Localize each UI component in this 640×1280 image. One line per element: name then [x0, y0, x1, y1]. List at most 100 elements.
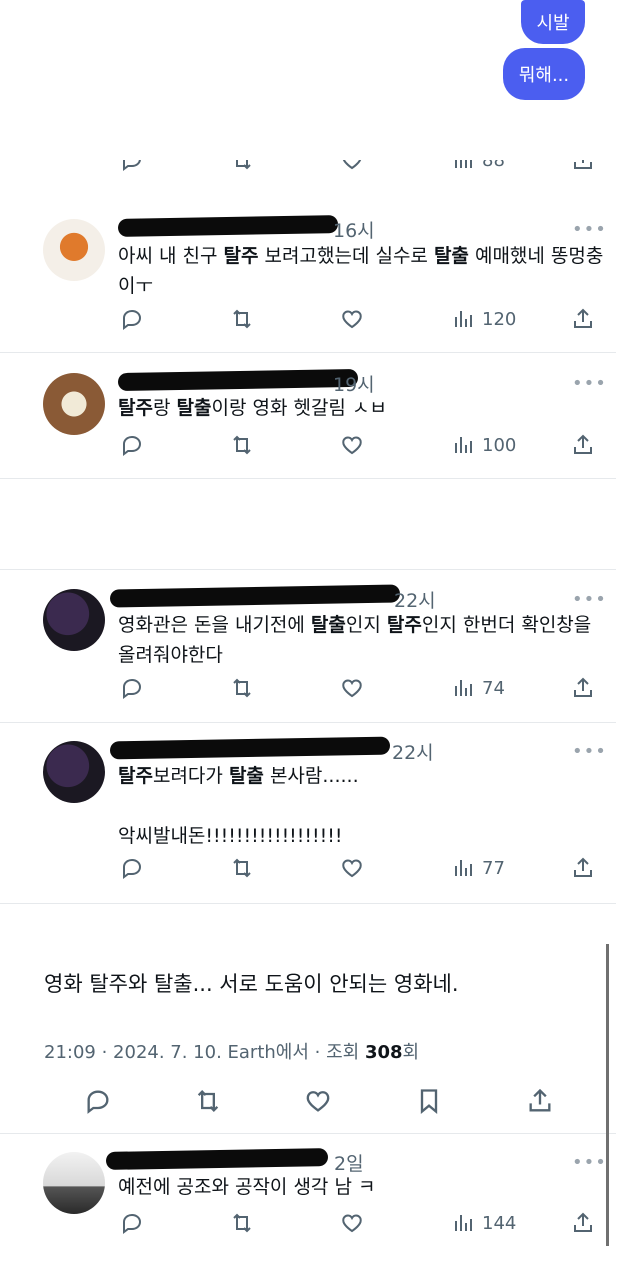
reply-icon	[123, 678, 142, 699]
views-icon	[455, 1215, 472, 1231]
like-button[interactable]	[340, 160, 364, 172]
retweet-icon	[233, 1213, 251, 1233]
share-button[interactable]	[571, 1211, 595, 1235]
views-icon	[455, 437, 472, 453]
like-button[interactable]	[304, 1087, 332, 1115]
share-button[interactable]	[571, 676, 595, 700]
share-button[interactable]	[571, 856, 595, 880]
retweet-icon	[233, 858, 251, 878]
reply-item[interactable]: 22시 ••• 탈주보려다가 탈출 본사람...... 악씨발내돈!!!!!!!!…	[0, 723, 640, 903]
avatar[interactable]	[43, 219, 105, 281]
views-button[interactable]: 100	[452, 433, 516, 457]
views-count: 77	[482, 857, 505, 879]
share-button[interactable]	[571, 307, 595, 331]
avatar[interactable]	[43, 1152, 105, 1214]
scrollbar[interactable]	[606, 944, 609, 1246]
share-icon	[529, 1088, 551, 1112]
like-button[interactable]	[340, 856, 364, 880]
retweet-icon	[233, 435, 251, 455]
avatar[interactable]	[43, 589, 105, 651]
message-text: 뭐해...	[518, 65, 570, 86]
divider	[0, 478, 616, 479]
retweet-icon	[233, 678, 251, 698]
share-icon	[574, 434, 592, 454]
view-count: 308	[364, 1042, 403, 1063]
reply-item[interactable]: 22시 ••• 영화관은 돈을 내기전에 탈출인지 탈주인지 한번더 확인창을 …	[0, 570, 640, 722]
like-button[interactable]	[340, 1211, 364, 1235]
more-icon[interactable]: •••	[572, 373, 607, 394]
retweet-button[interactable]	[194, 1087, 222, 1115]
reply-item[interactable]: 16시 ••• 아씨 내 친구 탈주 보려고했는데 실수로 탈출 예매했네 똥멍…	[0, 205, 640, 353]
views-icon	[455, 680, 472, 696]
partial-action-row: 88	[0, 160, 640, 178]
reply-icon	[123, 435, 142, 456]
retweet-icon	[236, 160, 251, 170]
reply-time: 16시	[333, 220, 375, 242]
reply-item[interactable]: 2일 ••• 예전에 공조와 공작이 생각 남 ㅋ 144	[0, 1134, 640, 1254]
views-icon	[455, 311, 472, 327]
avatar[interactable]	[43, 373, 105, 435]
main-action-row	[0, 1087, 640, 1117]
retweet-icon	[233, 309, 251, 329]
like-icon	[342, 859, 362, 878]
reply-text: 탈주보려다가 탈출 본사람...... 악씨발내돈!!!!!!!!!!!!!!!!…	[118, 765, 359, 847]
views-button[interactable]: 144	[452, 1211, 516, 1235]
redacted-username	[117, 368, 359, 392]
reply-button[interactable]	[84, 1087, 112, 1115]
reply-button[interactable]	[120, 433, 144, 457]
more-icon[interactable]: •••	[572, 741, 607, 762]
share-icon	[574, 677, 592, 697]
share-icon	[574, 1212, 592, 1232]
reply-text: 영화관은 돈을 내기전에 탈출인지 탈주인지 한번더 확인창을 올려줘야한다	[118, 614, 592, 666]
message-bubble[interactable]: 뭐해...	[503, 48, 585, 100]
share-button[interactable]	[526, 1087, 554, 1115]
post-meta-prefix: 21:09 · 2024. 7. 10. Earth에서 · 조회	[44, 1042, 365, 1063]
message-bubble[interactable]: 시발	[521, 0, 585, 44]
reply-text: 탈주랑 탈출이랑 영화 헷갈림 ㅅㅂ	[118, 397, 387, 419]
reply-button[interactable]	[120, 856, 144, 880]
share-button[interactable]	[571, 433, 595, 457]
retweet-button[interactable]	[230, 433, 254, 457]
views-button[interactable]: 88	[452, 160, 505, 172]
retweet-button[interactable]	[230, 160, 254, 172]
views-button[interactable]: 74	[452, 676, 505, 700]
like-icon	[306, 1091, 330, 1112]
reply-item[interactable]: 19시 ••• 탈주랑 탈출이랑 영화 헷갈림 ㅅㅂ 100	[0, 353, 640, 478]
retweet-button[interactable]	[230, 1211, 254, 1235]
like-button[interactable]	[340, 307, 364, 331]
avatar[interactable]	[43, 741, 105, 803]
action-row: 100	[0, 433, 640, 463]
more-icon[interactable]: •••	[572, 1152, 607, 1173]
like-icon	[342, 679, 362, 698]
views-count: 120	[482, 308, 517, 330]
reply-button[interactable]	[120, 307, 144, 331]
reply-button[interactable]	[120, 676, 144, 700]
bookmark-icon	[420, 1089, 438, 1114]
redacted-username	[109, 584, 401, 608]
reply-icon	[123, 858, 142, 879]
bookmark-button[interactable]	[415, 1087, 443, 1115]
reply-button[interactable]	[120, 160, 144, 172]
share-button[interactable]	[571, 160, 595, 172]
retweet-button[interactable]	[230, 856, 254, 880]
redacted-username	[109, 736, 391, 760]
reply-button[interactable]	[120, 1211, 144, 1235]
divider	[0, 903, 616, 904]
like-icon	[342, 1214, 362, 1233]
message-text: 시발	[536, 13, 570, 34]
views-count: 100	[482, 434, 517, 456]
action-row: 144	[0, 1211, 640, 1241]
reply-text: 아씨 내 친구 탈주 보려고했는데 실수로 탈출 예매했네 똥멍충이ㅜ	[118, 245, 604, 297]
action-row: 77	[0, 856, 640, 886]
reply-text: 예전에 공조와 공작이 생각 남 ㅋ	[118, 1176, 376, 1198]
redacted-username	[105, 1148, 329, 1170]
retweet-button[interactable]	[230, 307, 254, 331]
like-button[interactable]	[340, 433, 364, 457]
more-icon[interactable]: •••	[572, 589, 607, 610]
more-icon[interactable]: •••	[572, 219, 607, 240]
views-button[interactable]: 77	[452, 856, 505, 880]
retweet-icon	[197, 1090, 219, 1112]
like-button[interactable]	[340, 676, 364, 700]
retweet-button[interactable]	[230, 676, 254, 700]
views-button[interactable]: 120	[452, 307, 516, 331]
